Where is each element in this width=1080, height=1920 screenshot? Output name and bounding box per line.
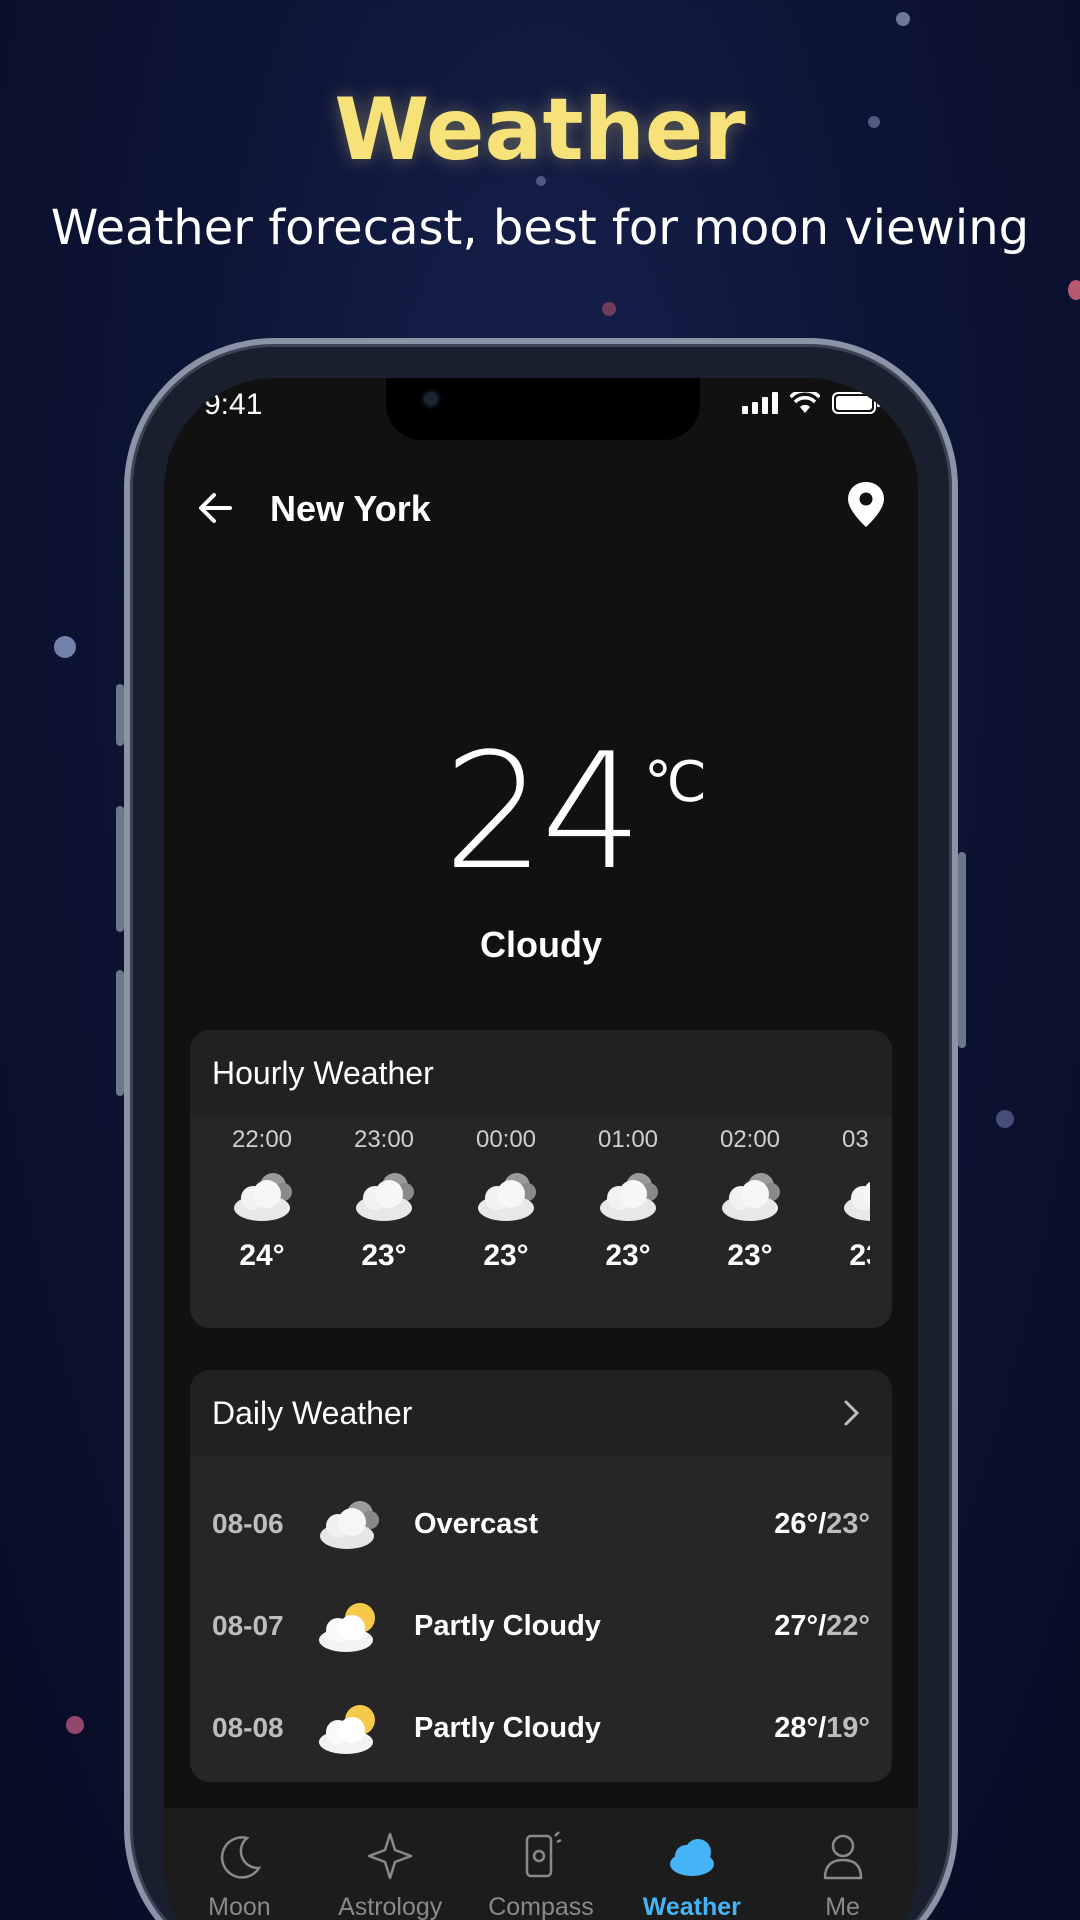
daily-low: 23° <box>826 1507 870 1540</box>
overcast-icon <box>320 1501 379 1549</box>
cloud-icon <box>669 1839 714 1876</box>
back-arrow-icon[interactable] <box>194 486 238 530</box>
hourly-time: 22:00 <box>231 1126 293 1153</box>
daily-row[interactable]: 08-07 Partly Cloudy 27°/22° <box>212 1576 870 1676</box>
hourly-item: 02:00 23° <box>700 1116 800 1273</box>
city-name: New York <box>270 488 431 529</box>
daily-weather-header[interactable]: Daily Weather <box>190 1370 892 1456</box>
hourly-temp: 23° <box>483 1239 529 1272</box>
cloud-icon <box>844 1181 870 1221</box>
hourly-temp: 23° <box>605 1239 651 1272</box>
cloud-icon <box>356 1173 414 1221</box>
compass-icon <box>525 1831 562 1878</box>
daily-weather-title: Daily Weather <box>212 1394 413 1431</box>
partly-cloudy-icon <box>319 1603 375 1652</box>
background-star <box>996 1110 1014 1128</box>
daily-row[interactable]: 08-06 Overcast 26°/23° <box>212 1474 870 1574</box>
cloud-icon <box>600 1173 658 1221</box>
tab-label: Moon <box>208 1893 271 1920</box>
daily-row[interactable]: 08-08 Partly Cloudy 28°/19° <box>212 1678 870 1778</box>
tab-label: Astrology <box>338 1893 443 1920</box>
daily-date: 08-07 <box>212 1610 284 1641</box>
hourly-time: 01:00 <box>597 1126 659 1153</box>
front-camera <box>424 392 438 406</box>
daily-low: 19° <box>826 1711 870 1744</box>
hourly-temp: 23° <box>727 1239 773 1272</box>
temperature-unit: ℃ <box>644 750 707 815</box>
hourly-time: 23:00 <box>353 1126 415 1153</box>
location-pin-icon[interactable] <box>844 480 888 530</box>
battery-icon <box>832 392 880 414</box>
hourly-temp: 23° <box>361 1239 407 1272</box>
cloud-icon <box>234 1173 292 1221</box>
daily-date: 08-06 <box>212 1508 284 1539</box>
hourly-temp: 23° <box>849 1239 870 1272</box>
hourly-item: 00:00 23° <box>456 1116 556 1273</box>
hourly-time: 03:00 <box>841 1126 870 1153</box>
cloud-icon <box>478 1173 536 1221</box>
notch <box>386 378 700 440</box>
hourly-item: 23:00 23° <box>334 1116 434 1273</box>
daily-date: 08-08 <box>212 1712 284 1743</box>
background-star <box>896 12 910 26</box>
hourly-weather-title: Hourly Weather <box>190 1030 892 1116</box>
promo-subtitle: Weather forecast, best for moon viewing <box>50 200 1030 256</box>
daily-condition: Overcast <box>414 1507 539 1540</box>
sparkle-icon <box>367 1832 413 1880</box>
daily-temp-range: 28°/19° <box>774 1711 870 1744</box>
phone-mute-switch <box>116 684 124 746</box>
current-temperature: 24 <box>443 718 643 905</box>
background-star <box>602 302 616 316</box>
tab-compass[interactable]: Compass <box>466 1808 617 1920</box>
signal-icon <box>742 392 778 414</box>
phone-screen: 9:41 New York 24 ℃ Cloudy Hourly Weather… <box>164 378 918 1920</box>
daily-high: 26° <box>774 1507 819 1540</box>
status-time: 9:41 <box>204 388 263 421</box>
tab-me[interactable]: Me <box>767 1808 918 1920</box>
tab-label: Weather <box>642 1893 741 1920</box>
tab-moon[interactable]: Moon <box>164 1808 315 1920</box>
daily-low: 22° <box>826 1609 870 1642</box>
daily-temp-range: 27°/22° <box>774 1609 870 1642</box>
phone-volume-up <box>116 806 124 932</box>
phone-volume-down <box>116 970 124 1096</box>
tab-astrology[interactable]: Astrology <box>315 1808 466 1920</box>
daily-condition: Partly Cloudy <box>414 1609 601 1642</box>
daily-high: 28° <box>774 1711 819 1744</box>
wifi-icon <box>790 392 820 413</box>
bottom-tab-bar: Moon Astrology Compass Weather Me <box>164 1808 918 1920</box>
tab-label: Me <box>825 1893 860 1920</box>
partly-cloudy-icon <box>319 1705 375 1754</box>
current-condition: Cloudy <box>480 924 602 965</box>
hourly-weather-card: Hourly Weather 22:00 24° 23:00 23° 00:00 23° 0… <box>190 1030 892 1328</box>
tab-label: Compass <box>488 1893 594 1920</box>
daily-temp-range: 26°/23° <box>774 1507 870 1540</box>
hourly-item: 01:00 23° <box>578 1116 678 1273</box>
tab-weather[interactable]: Weather <box>616 1808 767 1920</box>
cloud-icon <box>722 1173 780 1221</box>
moon-icon <box>221 1836 262 1879</box>
hourly-item: 22:00 24° <box>212 1116 312 1273</box>
hourly-list[interactable]: 22:00 24° 23:00 23° 00:00 23° 01:00 23° 02:00 23°… <box>212 1116 870 1328</box>
hourly-item: 03:00 23° <box>822 1116 870 1273</box>
hourly-time: 02:00 <box>719 1126 781 1153</box>
daily-weather-card: Daily Weather 08-06 Overcast 26°/23° 08-07 P… <box>190 1370 892 1782</box>
chevron-right-icon[interactable] <box>840 1398 864 1428</box>
background-star <box>54 636 76 658</box>
background-star <box>66 1716 84 1734</box>
promo-title: Weather <box>334 80 746 180</box>
person-icon <box>823 1834 862 1880</box>
phone-power-button <box>958 852 966 1048</box>
background-star <box>1068 280 1080 300</box>
status-icons <box>742 392 880 414</box>
top-nav: New York <box>164 474 918 544</box>
daily-condition: Partly Cloudy <box>414 1711 601 1744</box>
hourly-temp: 24° <box>239 1239 285 1272</box>
hourly-time: 00:00 <box>475 1126 537 1153</box>
daily-high: 27° <box>774 1609 819 1642</box>
